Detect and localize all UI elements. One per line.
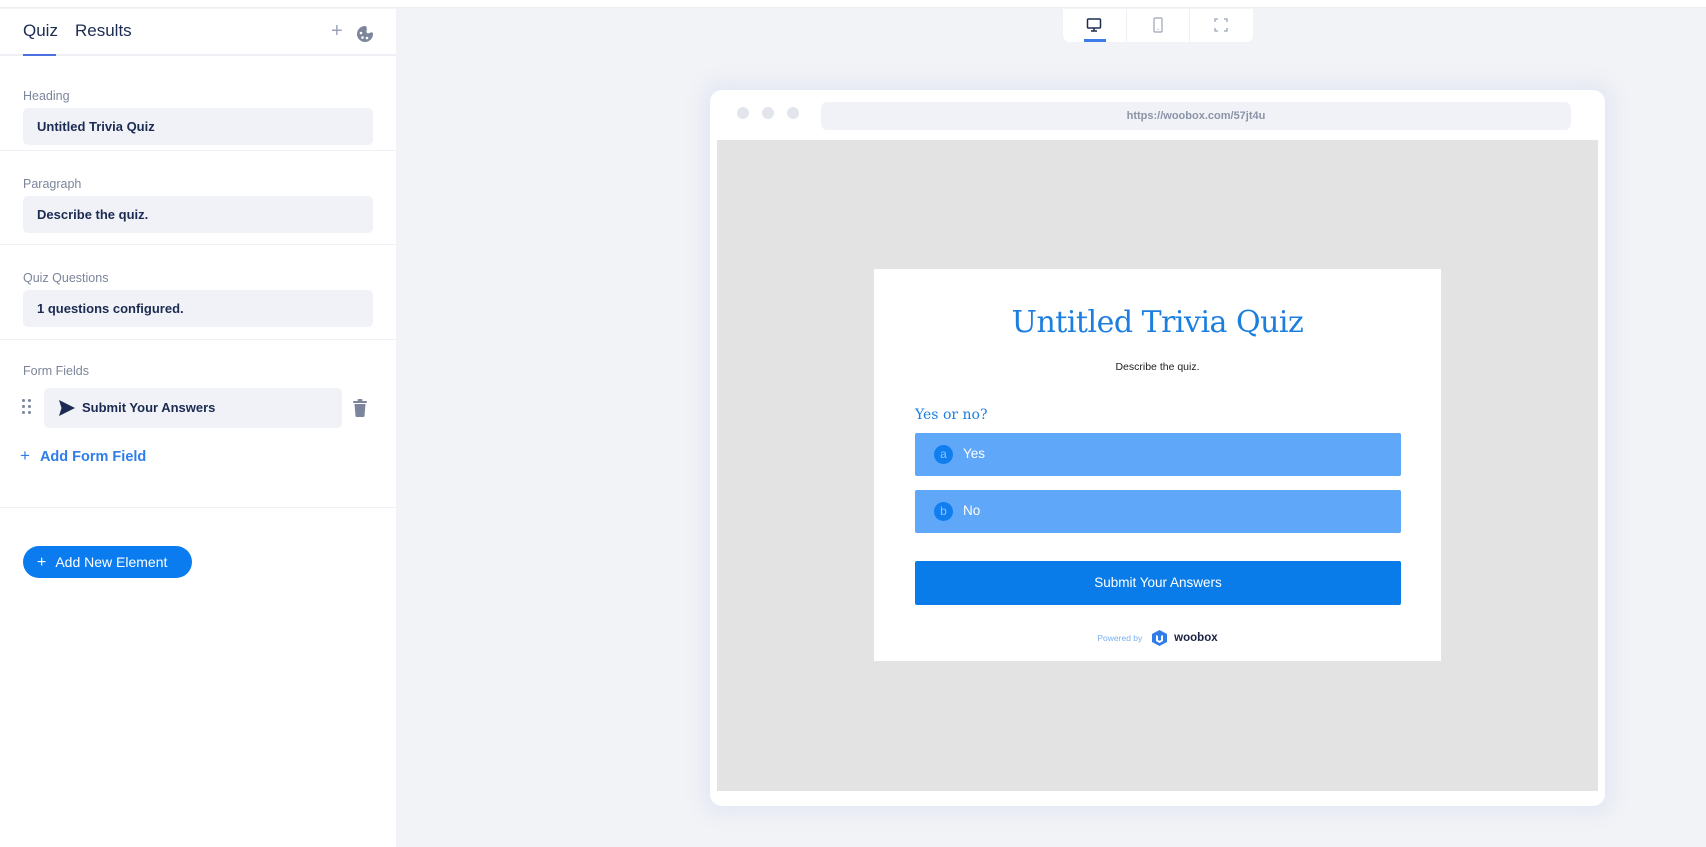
mobile-icon bbox=[1153, 17, 1163, 33]
paragraph-label: Paragraph bbox=[23, 177, 82, 191]
paragraph-field[interactable]: Describe the quiz. bbox=[23, 196, 373, 233]
quiz-description: Describe the quiz. bbox=[1115, 361, 1200, 373]
tab-bar: Quiz Results + bbox=[0, 9, 396, 56]
send-icon bbox=[59, 400, 75, 416]
quiz-questions-field[interactable]: 1 questions configured. bbox=[23, 290, 373, 327]
tab-results[interactable]: Results bbox=[75, 21, 132, 41]
drag-handle-icon[interactable] bbox=[22, 399, 34, 415]
fullscreen-view-button[interactable] bbox=[1189, 9, 1251, 42]
answer-letter-badge: a bbox=[934, 445, 953, 464]
quiz-title: Untitled Trivia Quiz bbox=[1011, 305, 1304, 340]
heading-field[interactable]: Untitled Trivia Quiz bbox=[23, 108, 373, 145]
form-fields-label: Form Fields bbox=[23, 364, 89, 378]
trash-icon[interactable] bbox=[352, 399, 368, 417]
answer-letter-badge: b bbox=[934, 502, 953, 521]
window-dot bbox=[737, 107, 749, 119]
woobox-brand-text: woobox bbox=[1174, 631, 1218, 644]
heading-label: Heading bbox=[23, 89, 70, 103]
url-bar: https://woobox.com/57jt4u bbox=[821, 102, 1571, 130]
fullscreen-icon bbox=[1214, 18, 1228, 32]
powered-by-text: Powered by bbox=[1097, 632, 1143, 643]
desktop-view-button[interactable] bbox=[1063, 9, 1125, 42]
active-device-indicator bbox=[1084, 39, 1106, 42]
add-form-field-button[interactable]: + Add Form Field bbox=[20, 446, 146, 466]
desktop-icon bbox=[1086, 18, 1102, 32]
submit-answers-button[interactable]: Submit Your Answers bbox=[915, 561, 1401, 605]
window-dot bbox=[762, 107, 774, 119]
top-strip bbox=[0, 0, 1706, 8]
quiz-questions-section: Quiz Questions 1 questions configured. bbox=[0, 245, 396, 340]
form-field-item[interactable]: Submit Your Answers bbox=[44, 388, 342, 428]
plus-icon: + bbox=[37, 554, 47, 571]
add-tab-plus-icon[interactable]: + bbox=[331, 20, 343, 43]
answer-option[interactable]: b No bbox=[915, 490, 1401, 533]
paragraph-section: Paragraph Describe the quiz. bbox=[0, 151, 396, 245]
add-new-element-label: Add New Element bbox=[55, 554, 168, 570]
device-toolbar bbox=[1063, 9, 1253, 42]
answer-text: Yes bbox=[963, 446, 986, 461]
mobile-view-button[interactable] bbox=[1126, 9, 1188, 42]
palette-icon[interactable] bbox=[356, 25, 374, 43]
editor-sidebar: Quiz Results + Heading Untitled Trivia Q… bbox=[0, 9, 396, 847]
window-dot bbox=[787, 107, 799, 119]
add-new-element-button[interactable]: + Add New Element bbox=[23, 546, 192, 578]
powered-by-footer[interactable]: Powered by woobox bbox=[874, 629, 1441, 647]
browser-preview-frame: https://woobox.com/57jt4u Untitled Trivi… bbox=[710, 90, 1605, 806]
form-field-label: Submit Your Answers bbox=[82, 400, 216, 415]
tab-quiz[interactable]: Quiz bbox=[23, 21, 58, 41]
heading-section: Heading Untitled Trivia Quiz bbox=[0, 56, 396, 151]
answer-text: No bbox=[963, 503, 981, 518]
preview-viewport: Untitled Trivia Quiz Describe the quiz. … bbox=[717, 140, 1598, 791]
plus-icon: + bbox=[20, 446, 30, 465]
add-form-field-label: Add Form Field bbox=[39, 449, 147, 465]
woobox-logo-icon bbox=[1151, 629, 1167, 646]
quiz-questions-label: Quiz Questions bbox=[23, 271, 109, 285]
answer-option[interactable]: a Yes bbox=[915, 433, 1401, 476]
question-text: Yes or no? bbox=[915, 407, 988, 423]
form-fields-section: Form Fields Submit Your Answers + Add For… bbox=[0, 340, 396, 508]
quiz-card: Untitled Trivia Quiz Describe the quiz. … bbox=[874, 269, 1441, 661]
